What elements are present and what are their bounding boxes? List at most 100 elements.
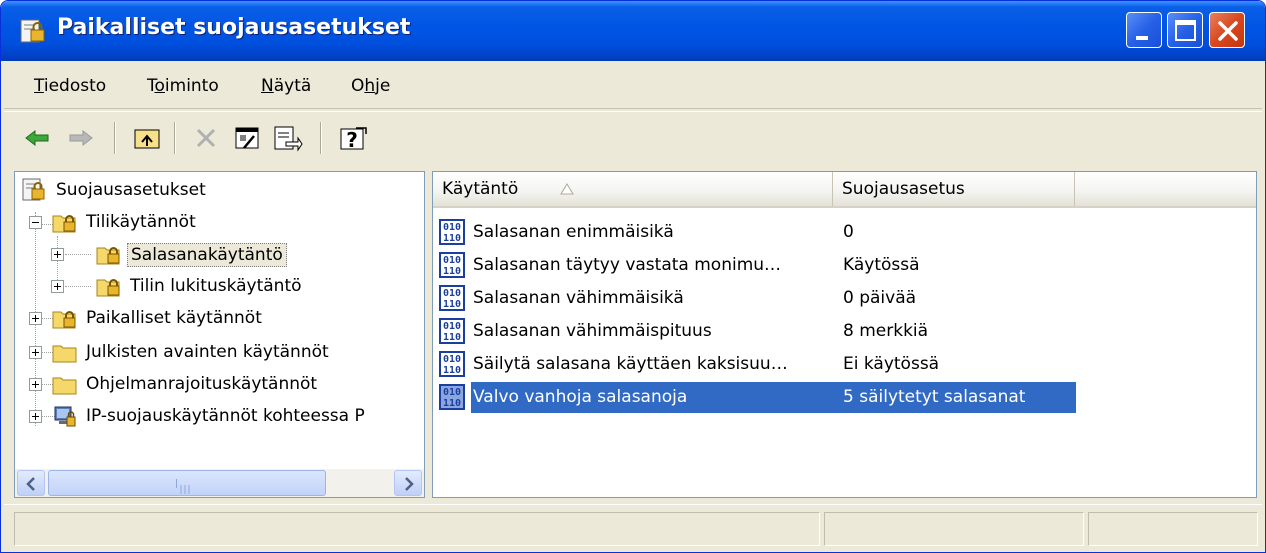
security-settings-icon [21,177,49,203]
forward-button[interactable] [64,120,98,156]
tree-item-label: Suojausasetukset [56,180,206,200]
menu-bar: Tiedosto Toiminto Näytä Ohje [4,63,1262,109]
expand-icon[interactable] [29,346,42,359]
policy-setting: Ei käytössä [843,354,940,374]
toolbar-separator [174,122,176,154]
toolbar: ? [4,111,1262,165]
menu-label: Näytä [261,76,312,96]
tree-connector [65,286,91,287]
list-item-selected[interactable]: 010 110 Valvo vanhoja salasanoja 5 säilyt… [433,381,1256,414]
toolbar-separator [114,122,116,154]
tree-item-label: Paikalliset käytännöt [86,308,262,328]
menu-toiminto[interactable]: Toiminto [147,76,219,96]
tree-horizontal-scrollbar[interactable] [15,469,424,497]
expand-icon[interactable] [51,280,64,293]
delete-icon [196,128,216,148]
svg-text:010: 010 [443,387,461,398]
svg-text:010: 010 [443,321,461,332]
policy-setting: Käytössä [843,255,920,275]
menu-label: Toiminto [147,76,219,96]
menu-nayta[interactable]: Näytä [261,76,311,96]
security-settings-icon [19,17,47,45]
properties-button[interactable] [230,120,264,156]
app-window: Paikalliset suojausasetukset Tiedosto To… [0,0,1266,553]
up-folder-icon [134,129,160,149]
list-item[interactable]: 010 110 Salasanan vähimmäisikä 0 päivää [433,282,1256,315]
menu-ohje[interactable]: Ohje [351,76,390,96]
column-header-suojausasetus[interactable]: Suojausasetus [833,172,1075,206]
svg-text:010: 010 [443,354,461,365]
expand-icon[interactable] [29,312,42,325]
up-folder-button[interactable] [130,120,164,156]
column-header-label: Suojausasetus [842,179,965,199]
column-header-label: Käytäntö [442,179,519,199]
properties-icon [235,127,259,149]
back-button[interactable] [20,120,54,156]
menu-tiedosto[interactable]: Tiedosto [34,76,106,96]
minimize-button[interactable] [1126,12,1162,48]
back-arrow-icon [25,129,49,147]
scroll-grip [176,479,196,494]
svg-text:010: 010 [443,255,461,266]
close-icon [1218,21,1238,41]
maximize-button[interactable] [1167,12,1203,48]
tree-connector [65,254,91,255]
policy-setting: 5 säilytetyt salasanat [843,387,1026,407]
policy-setting: 0 päivää [843,288,917,308]
svg-text:110: 110 [443,299,461,310]
expand-icon[interactable] [29,410,42,423]
locked-folder-icon [51,305,79,331]
svg-text:?: ? [346,128,358,152]
tree-pane[interactable]: Suojausasetukset Tilikäytännöt Salasanak… [14,171,425,498]
column-header-kaytanto[interactable]: Käytäntö [433,172,833,206]
ip-security-icon [51,403,79,429]
expand-icon[interactable] [29,378,42,391]
maximize-icon [1175,20,1196,41]
status-panel [1088,512,1258,546]
locked-folder-icon [95,273,123,299]
minimize-icon [1136,36,1148,40]
collapse-icon[interactable] [29,216,42,229]
help-button[interactable]: ? [336,120,370,156]
policy-binary-icon: 010 110 [439,351,467,378]
policy-setting: 8 merkkiä [843,321,929,341]
tree-item-label: Tilin lukituskäytäntö [130,276,302,296]
sort-ascending-icon [560,183,574,195]
locked-folder-icon [51,209,79,235]
export-list-button[interactable] [270,120,304,156]
list-item[interactable]: 010 110 Salasanan vähimmäispituus 8 merkk… [433,315,1256,348]
policy-binary-icon: 010 110 [439,252,467,279]
list-item[interactable]: 010 110 Säilytä salasana käyttäen kaksisu… [433,348,1256,381]
tree-item-label: Salasanakäytäntö [127,243,287,267]
policy-list[interactable]: Käytäntö Suojausasetus 010 110 Salasanan … [432,171,1257,498]
window-title: Paikalliset suojausasetukset [57,15,411,40]
expand-icon[interactable] [51,248,64,261]
delete-button[interactable] [190,120,224,156]
svg-text:110: 110 [443,266,461,277]
svg-text:010: 010 [443,288,461,299]
scroll-right-button[interactable] [394,470,422,496]
scroll-thumb[interactable] [48,470,326,496]
svg-text:110: 110 [443,398,461,409]
list-item[interactable]: 010 110 Salasanan enimmäisikä 0 [433,216,1256,249]
export-list-icon [274,126,303,152]
policy-setting: 0 [843,222,854,242]
policy-binary-icon: 010 110 [439,285,467,312]
tree-item-label: Tilikäytännöt [86,212,196,232]
chevron-left-icon [26,477,35,491]
menu-label: Ohje [351,76,391,96]
toolbar-separator [320,122,322,154]
status-panel [824,512,1084,546]
svg-text:110: 110 [443,233,461,244]
locked-folder-icon [95,241,123,267]
scroll-left-button[interactable] [17,470,45,496]
list-item[interactable]: 010 110 Salasanan täytyy vastata monimu… … [433,249,1256,282]
tree-item-label: IP-suojauskäytännöt kohteessa P [86,406,365,426]
title-bar[interactable]: Paikalliset suojausasetukset [1,1,1265,61]
list-header: Käytäntö Suojausasetus [433,172,1256,208]
policy-binary-icon: 010 110 [439,384,467,411]
chevron-right-icon [405,477,414,491]
policy-name: Salasanan vähimmäispituus [473,321,712,341]
policy-name: Valvo vanhoja salasanoja [473,387,688,407]
close-button[interactable] [1209,12,1245,48]
